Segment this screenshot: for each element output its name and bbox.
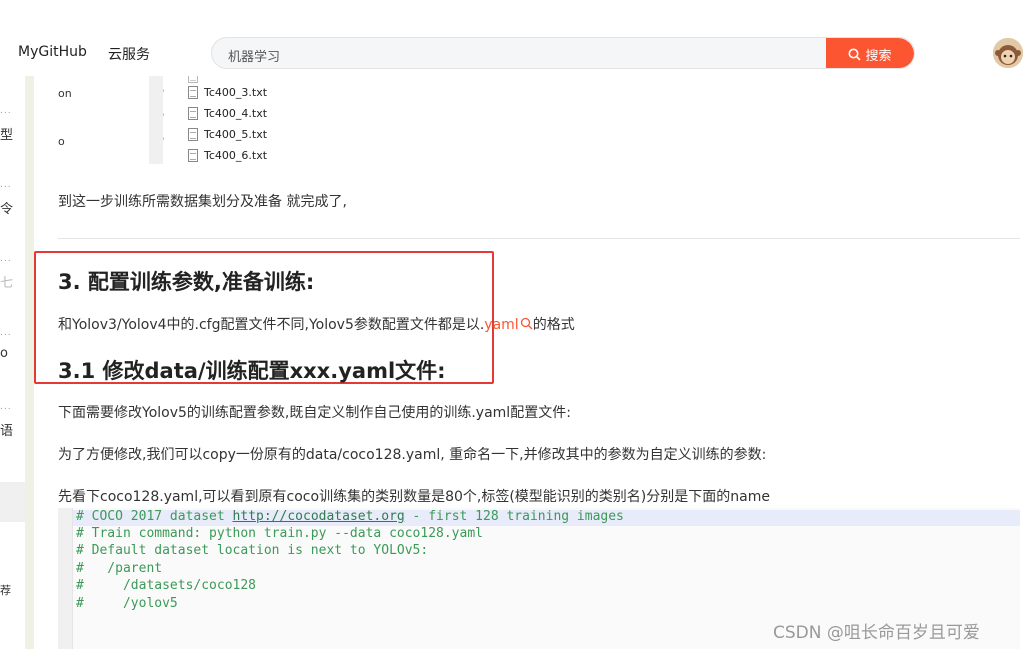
paragraph-dataset-done: 到这一步训练所需数据集划分及准备 就完成了, xyxy=(58,194,347,210)
explorer-nav-item: o xyxy=(58,135,65,148)
heading-section-3: 3. 配置训练参数,准备训练: xyxy=(58,270,315,294)
paragraph-modify-config: 下面需要修改Yolov5的训练配置参数,既自定义制作自己使用的训练.yaml配置… xyxy=(58,405,571,421)
file-item: Tc400_6.txt xyxy=(188,149,267,162)
avatar[interactable] xyxy=(993,38,1023,68)
file-icon xyxy=(188,86,198,99)
sidebar-item-fragment[interactable]: 令 xyxy=(0,198,13,217)
explorer-nav-item: on xyxy=(58,87,72,100)
sidebar-ellipsis: ... xyxy=(0,106,12,116)
code-gutter xyxy=(58,508,73,649)
code-line: # Default dataset location is next to YO… xyxy=(76,543,429,558)
code-line: # COCO 2017 dataset http://cocodataset.o… xyxy=(76,509,624,524)
avatar-image xyxy=(993,38,1023,68)
nav-link-cloud-service[interactable]: 云服务 xyxy=(108,44,150,64)
code-line: # /yolov5 xyxy=(76,596,178,611)
top-navbar: MyGitHub 云服务 搜索 xyxy=(0,0,1026,76)
paragraph-text: 的格式 xyxy=(532,317,575,333)
sidebar-item-fragment[interactable]: 七 xyxy=(0,272,13,291)
paragraph-copy-yaml: 为了方便修改,我们可以copy一份原有的data/coco128.yaml, 重… xyxy=(58,447,767,463)
file-item: Tc400_5.txt xyxy=(188,128,267,141)
sidebar-divider xyxy=(25,76,34,649)
divider xyxy=(58,238,1020,239)
heading-section-3-1: 3.1 修改data/训练配置xxx.yaml文件: xyxy=(58,359,446,383)
file-name: Tc400_4.txt xyxy=(204,107,268,120)
sidebar-item-fragment[interactable]: 荐 xyxy=(0,582,11,598)
paragraph-text: 和Yolov3/Yolov4中的.cfg配置文件不同,Yolov5参数配置文件都… xyxy=(58,317,485,333)
explorer-scrollbar xyxy=(149,76,163,164)
sidebar-item-fragment[interactable]: 型 xyxy=(0,124,13,143)
search-button[interactable]: 搜索 xyxy=(826,38,914,68)
paragraph-yaml-format: 和Yolov3/Yolov4中的.cfg配置文件不同,Yolov5参数配置文件都… xyxy=(58,314,575,334)
search-bar: 搜索 xyxy=(211,37,915,69)
code-text: - first 128 training images xyxy=(404,509,624,524)
article-content: on 📌 📌 o 📌 Tc400_3.txt Tc400_4.txt Tc400… xyxy=(34,70,1026,649)
search-button-label: 搜索 xyxy=(865,48,892,64)
search-input[interactable] xyxy=(226,44,820,66)
file-name: Tc400_3.txt xyxy=(204,86,268,99)
sidebar-ellipsis: ... xyxy=(0,328,12,338)
file-icon xyxy=(188,149,198,162)
file-item: Tc400_3.txt xyxy=(188,86,267,99)
yaml-link[interactable]: yaml xyxy=(484,317,518,333)
file-name: Tc400_5.txt xyxy=(204,128,268,141)
watermark: CSDN @咀长命百岁且可爱 xyxy=(773,623,980,643)
code-url[interactable]: http://cocodataset.org xyxy=(233,509,405,524)
sidebar-block xyxy=(0,482,25,522)
file-icon xyxy=(188,107,198,120)
file-explorer-screenshot: on 📌 📌 o 📌 Tc400_3.txt Tc400_4.txt Tc400… xyxy=(34,70,484,166)
code-line: # Train command: python train.py --data … xyxy=(76,526,483,541)
code-line: # /datasets/coco128 xyxy=(76,578,257,593)
code-text: # COCO 2017 dataset xyxy=(76,509,233,524)
sidebar-item-fragment[interactable]: o xyxy=(0,346,8,361)
sidebar-ellipsis: ... xyxy=(0,180,12,190)
file-item: Tc400_4.txt xyxy=(188,107,267,120)
search-icon xyxy=(848,48,862,61)
sidebar-item-fragment[interactable]: 语 xyxy=(0,420,13,439)
search-icon[interactable] xyxy=(520,317,533,330)
nav-link-mygithub[interactable]: MyGitHub xyxy=(18,44,87,60)
left-sidebar: ... 型 ... 令 ... 七 ... o ... 语 荐 xyxy=(0,76,26,649)
sidebar-ellipsis: ... xyxy=(0,402,12,412)
paragraph-coco128-intro: 先看下coco128.yaml,可以看到原有coco训练集的类别数量是80个,标… xyxy=(58,489,770,505)
code-line: # /parent xyxy=(76,561,163,576)
file-icon xyxy=(188,128,198,141)
file-name: Tc400_6.txt xyxy=(204,149,268,162)
explorer-nav-pane: on 📌 📌 o 📌 xyxy=(54,76,164,164)
sidebar-ellipsis: ... xyxy=(0,254,12,264)
